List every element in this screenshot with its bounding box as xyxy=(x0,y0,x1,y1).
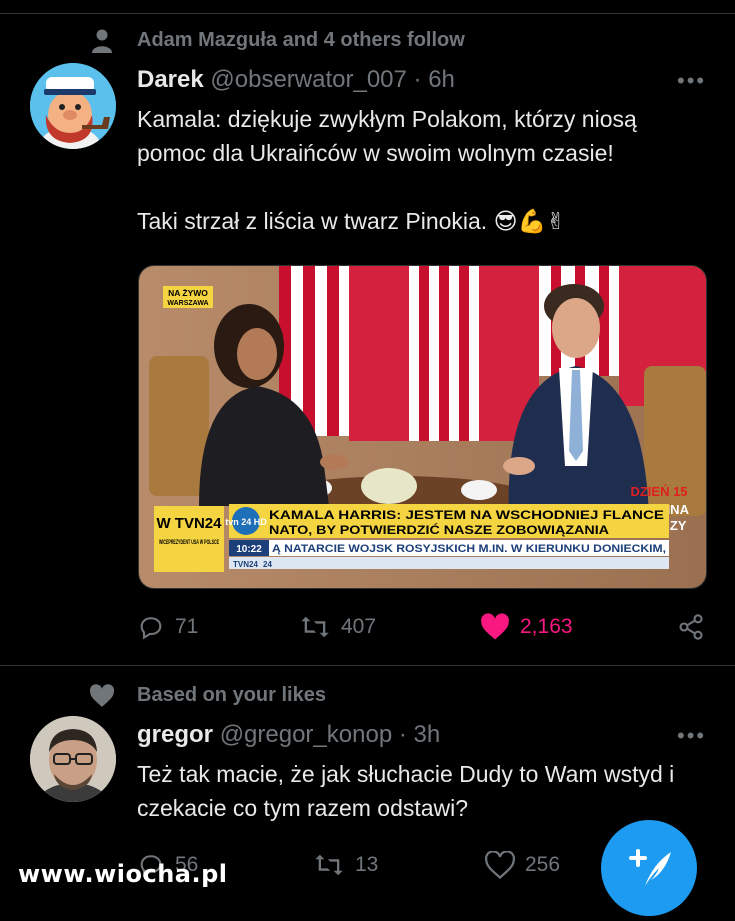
ticker-num: 24 xyxy=(263,560,272,569)
timestamp[interactable]: · 3h xyxy=(399,721,440,748)
live-badge: NA ŻYWO xyxy=(168,288,208,298)
person-icon xyxy=(92,29,112,53)
retweet-count: 13 xyxy=(355,853,379,876)
share-icon xyxy=(679,614,703,640)
timestamp[interactable]: · 6h xyxy=(414,66,455,93)
tweet-text: Kamala: dziękuje zwykłym Polakom, którzy… xyxy=(137,106,637,234)
like-count: 256 xyxy=(525,853,561,876)
like-count: 2,163 xyxy=(520,615,573,638)
retweet-button[interactable]: 407 xyxy=(299,613,376,641)
retweet-icon xyxy=(315,854,343,876)
share-button[interactable] xyxy=(677,613,705,641)
reply-button[interactable]: 71 xyxy=(137,613,198,641)
handle[interactable]: @gregor_konop xyxy=(220,721,392,748)
more-icon[interactable]: ••• xyxy=(677,725,706,747)
tweet-media[interactable]: NA ŻYWO WARSZAWA DZIEŃ 15 UKRAINA WALCZY… xyxy=(138,265,707,589)
channel-sub: WICEPREZYDENT USA W POLSCE xyxy=(159,540,219,546)
like-button[interactable]: 256 xyxy=(485,851,560,879)
tweet-actions: 71 407 2,163 xyxy=(137,613,707,643)
compose-tweet-icon xyxy=(629,849,671,886)
retweet-button[interactable]: 13 xyxy=(313,851,378,879)
headline-line2: NATO, BY POTWIERDZIĆ NASZE ZOBOWIĄZANIA xyxy=(269,522,609,537)
display-name[interactable]: Darek xyxy=(137,66,204,93)
top-divider xyxy=(0,13,735,14)
reply-count: 71 xyxy=(175,615,199,638)
like-button[interactable]: 2,163 xyxy=(480,613,573,641)
social-context[interactable]: Adam Mazguła and 4 others follow xyxy=(137,29,465,52)
channel-logo: W TVN24 xyxy=(156,515,222,532)
retweet-icon xyxy=(301,616,329,638)
ticker: Ą NATARCIE WOJSK ROSYJSKICH M.IN. W KIER… xyxy=(272,543,666,555)
clock: 10:22 xyxy=(236,544,262,555)
tweet-header: gregor @gregor_konop · 3h xyxy=(137,721,440,749)
handle[interactable]: @obserwator_007 xyxy=(210,66,406,93)
like-icon xyxy=(481,613,509,640)
display-name[interactable]: gregor xyxy=(137,721,213,748)
heart-icon xyxy=(89,684,115,707)
tweet-divider xyxy=(0,665,735,666)
more-icon[interactable]: ••• xyxy=(677,70,706,92)
avatar[interactable] xyxy=(30,63,116,149)
ticker-tag: TVN24 xyxy=(233,560,258,569)
avatar[interactable] xyxy=(30,716,116,802)
like-icon xyxy=(485,851,515,879)
headline-line1: KAMALA HARRIS: JESTEM NA WSCHODNIEJ FLAN… xyxy=(269,508,664,522)
watermark: www.wiocha.pl xyxy=(18,860,228,888)
retweet-count: 407 xyxy=(341,615,377,638)
reply-icon xyxy=(140,617,162,640)
tweet-text: Też tak macie, że jak słuchacie Dudy to … xyxy=(137,761,675,821)
compose-tweet-button[interactable] xyxy=(601,820,697,916)
day-badge: DZIEŃ 15 xyxy=(630,484,687,499)
tvn-bug: tvn 24 HD xyxy=(225,517,267,527)
live-location: WARSZAWA xyxy=(167,300,208,307)
tweet-header: Darek @obserwator_007 · 6h xyxy=(137,66,455,94)
social-context[interactable]: Based on your likes xyxy=(137,684,326,707)
